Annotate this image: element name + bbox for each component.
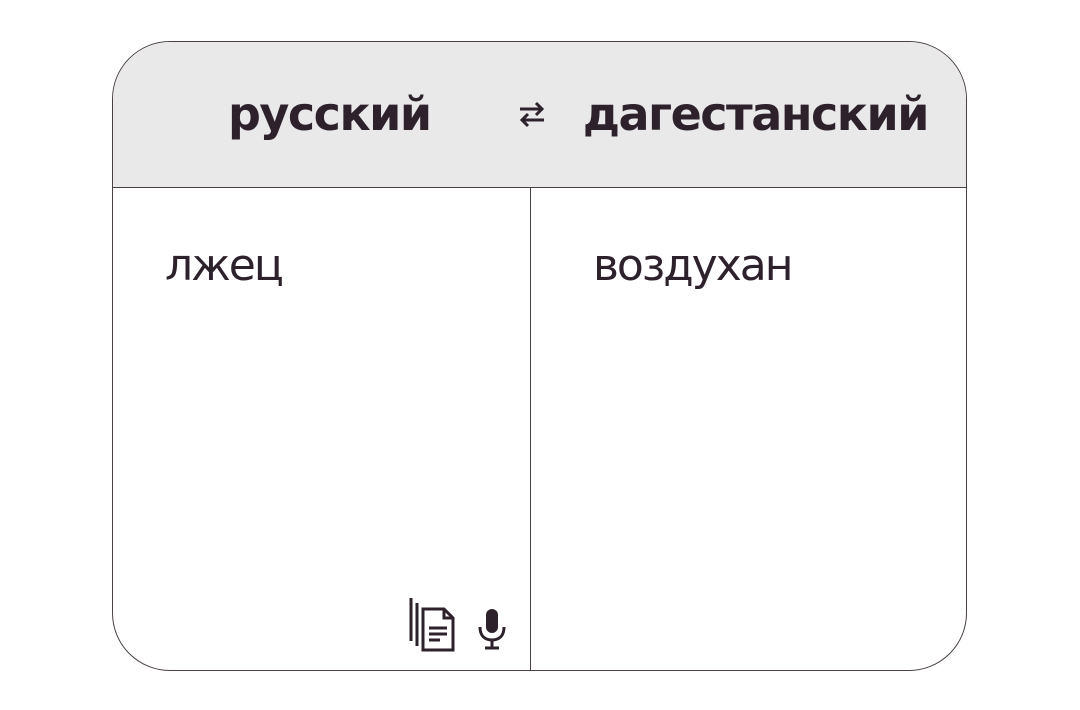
pane-divider <box>530 188 531 670</box>
swap-arrows-icon[interactable] <box>516 98 548 130</box>
translator-card: русский дагестанский лжец воздухан <box>112 41 967 671</box>
target-language-selector[interactable]: дагестанский <box>583 91 930 137</box>
microphone-icon[interactable] <box>477 608 507 650</box>
copy-document-icon[interactable] <box>408 596 458 652</box>
language-bar: русский дагестанский <box>113 42 966 188</box>
translation-panes: лжец воздухан <box>113 188 966 670</box>
source-text-input[interactable]: лжец <box>165 244 284 288</box>
source-language-selector[interactable]: русский <box>228 91 432 137</box>
translated-text-output: воздухан <box>593 240 793 291</box>
